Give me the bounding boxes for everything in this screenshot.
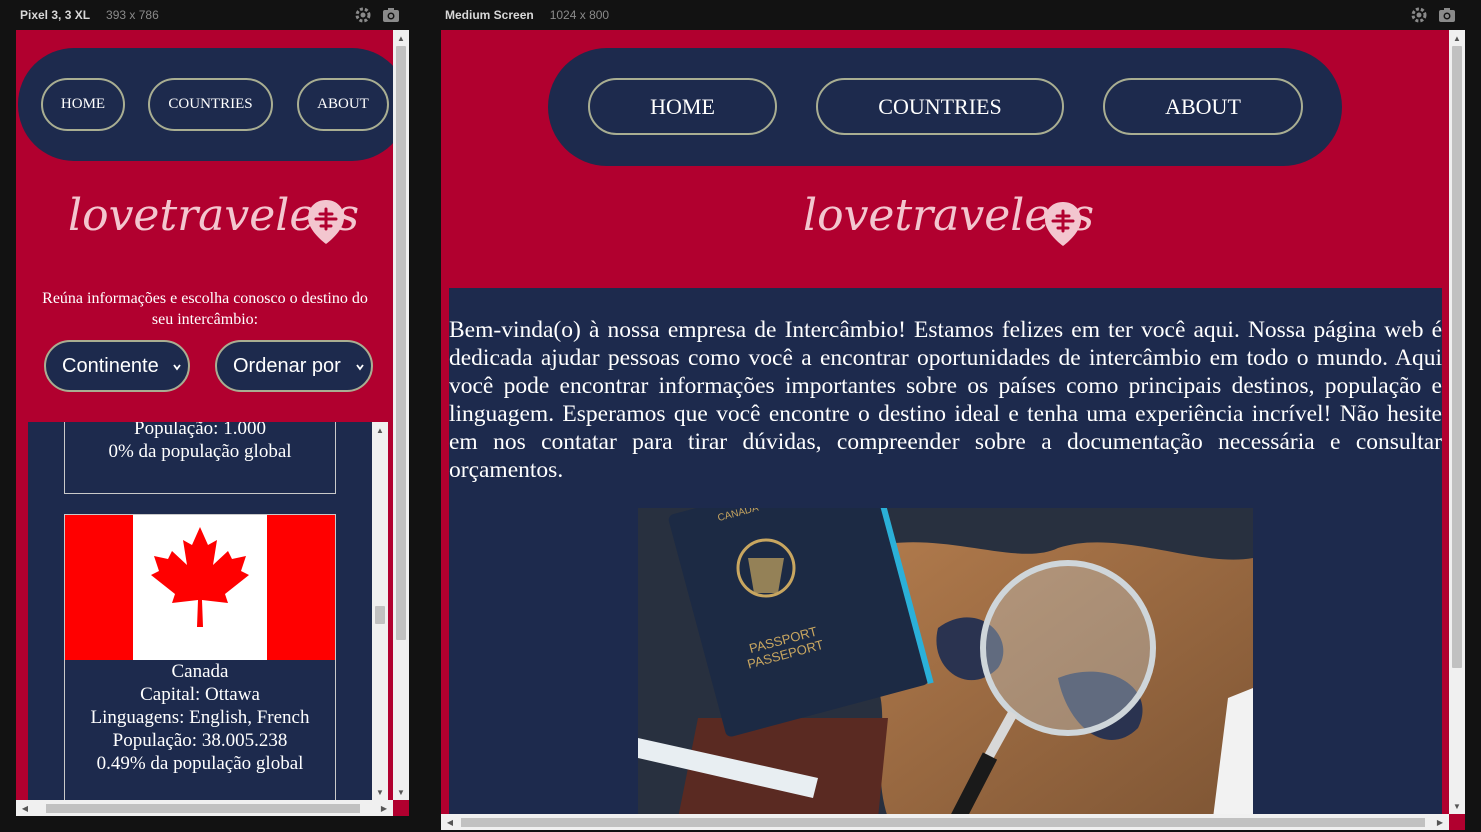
welcome-text: Bem-vinda(o) à nossa empresa de Intercâm… (449, 317, 1442, 483)
mobile-device-actions (354, 6, 400, 24)
continent-select-value: Continente (62, 354, 159, 377)
nav-countries-button[interactable]: COUNTRIES (148, 78, 273, 131)
continent-select[interactable]: Continente (44, 340, 190, 392)
mobile-hscroll-thumb[interactable] (46, 804, 360, 813)
country-card[interactable]: Canada Capital: Ottawa Linguagens: Engli… (64, 514, 336, 816)
scroll-left-arrow[interactable]: ◀ (19, 802, 31, 814)
scroll-down-arrow[interactable]: ▼ (395, 786, 407, 798)
mobile-device-name: Pixel 3, 3 XL (20, 8, 91, 22)
mobile-vertical-scrollbar[interactable]: ▲ ▼ (393, 30, 409, 800)
nav-about-button[interactable]: ABOUT (297, 78, 389, 131)
card-capital: Capital: Ottawa (140, 684, 260, 705)
scroll-left-arrow[interactable]: ◀ (444, 816, 456, 828)
mobile-logo: lovetravelers (56, 190, 359, 260)
scroll-up-arrow[interactable]: ▲ (395, 32, 407, 44)
mobile-horizontal-scrollbar[interactable]: ◀ ▶ (16, 800, 393, 816)
mobile-device-bar: Pixel 3, 3 XL 393 x 786 (20, 0, 159, 30)
desktop-logo: lovetravelers (791, 190, 1094, 260)
canada-flag (65, 515, 335, 660)
scroll-right-arrow[interactable]: ▶ (378, 802, 390, 814)
plane-pin-icon (1043, 200, 1083, 253)
desktop-scroll-thumb[interactable] (1452, 46, 1462, 668)
scroll-up-arrow[interactable]: ▲ (374, 424, 386, 436)
desktop-viewport: HOME COUNTRIES ABOUT lovetravelers Bem-v… (441, 30, 1465, 830)
chevron-down-icon (355, 359, 365, 377)
desktop-hscroll-thumb[interactable] (461, 818, 1425, 827)
plane-pin-icon (306, 198, 346, 251)
scroll-down-arrow[interactable]: ▼ (1451, 800, 1463, 812)
gear-icon[interactable] (1410, 6, 1428, 24)
card-population: População: 1.000 (134, 422, 266, 439)
country-card-list[interactable]: População: 1.000 0% da população global … (28, 422, 388, 816)
desktop-horizontal-scrollbar[interactable]: ◀ ▶ (441, 814, 1449, 830)
intro-text: Reúna informações e escolha conosco o de… (42, 290, 368, 328)
card-share: 0.49% da população global (96, 753, 304, 774)
card-country-name: Canada (171, 661, 229, 682)
mobile-scroll-thumb[interactable] (396, 46, 406, 640)
desktop-vertical-scrollbar[interactable]: ▲ ▼ (1449, 30, 1465, 814)
nav-countries-button[interactable]: COUNTRIES (816, 78, 1064, 135)
scroll-right-arrow[interactable]: ▶ (1434, 816, 1446, 828)
card-list-scrollbar[interactable]: ▲ ▼ (372, 422, 388, 800)
nav-about-button[interactable]: ABOUT (1103, 78, 1303, 135)
mobile-nav-bar: HOME COUNTRIES ABOUT (18, 48, 408, 161)
gear-icon[interactable] (354, 6, 372, 24)
mobile-viewport: HOME COUNTRIES ABOUT lovetravelers Reúna… (16, 30, 409, 816)
desktop-device-bar: Medium Screen 1024 x 800 (445, 0, 609, 30)
card-share: 0% da população global (108, 441, 292, 462)
desktop-nav-bar: HOME COUNTRIES ABOUT (548, 48, 1342, 166)
country-card[interactable]: População: 1.000 0% da população global (64, 422, 336, 494)
desktop-device-actions (1410, 6, 1456, 24)
scroll-up-arrow[interactable]: ▲ (1451, 32, 1463, 44)
travel-photo: PASSPORT PASSEPORT CANADA (638, 508, 1253, 818)
camera-icon[interactable] (382, 6, 400, 24)
sort-select[interactable]: Ordenar por (215, 340, 373, 392)
nav-home-button[interactable]: HOME (588, 78, 777, 135)
nav-home-button[interactable]: HOME (41, 78, 125, 131)
card-population: População: 38.005.238 (112, 730, 288, 751)
mobile-device-dims: 393 x 786 (106, 8, 159, 22)
card-languages: Linguagens: English, French (90, 707, 310, 728)
camera-icon[interactable] (1438, 6, 1456, 24)
desktop-device-dims: 1024 x 800 (549, 8, 610, 22)
desktop-device-name: Medium Screen (445, 8, 534, 22)
main-content: Bem-vinda(o) à nossa empresa de Intercâm… (449, 288, 1442, 818)
sort-select-value: Ordenar por (233, 354, 341, 377)
chevron-down-icon (172, 359, 182, 377)
scroll-down-arrow[interactable]: ▼ (374, 786, 386, 798)
card-list-scroll-thumb[interactable] (375, 606, 385, 624)
